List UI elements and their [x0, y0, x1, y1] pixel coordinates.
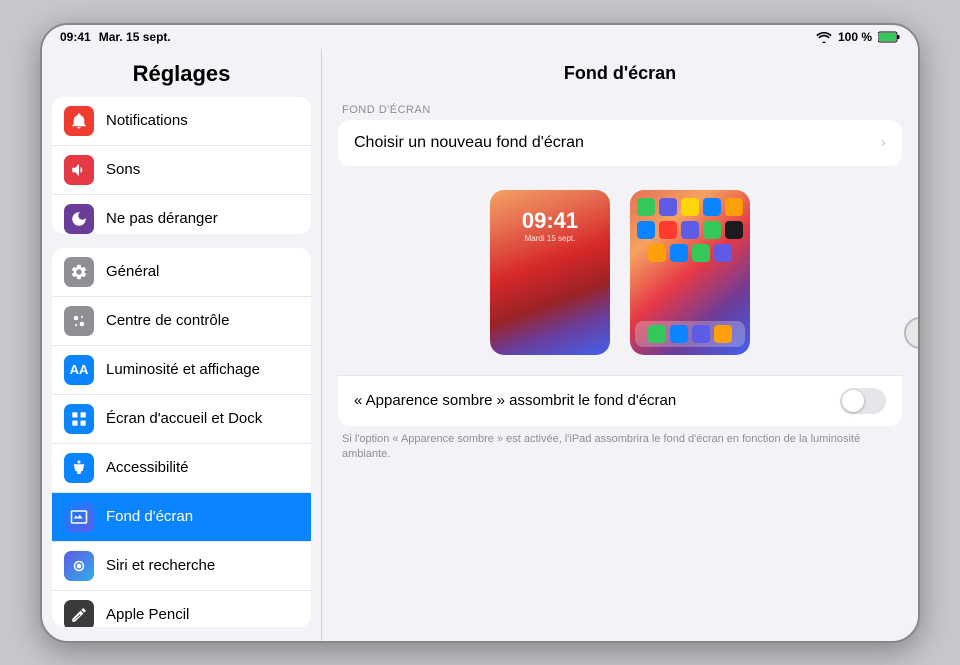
centre-controle-icon: [64, 306, 94, 336]
app-dot: [714, 244, 732, 262]
sidebar-item-apple-pencil[interactable]: Apple Pencil: [52, 591, 311, 627]
apple-pencil-icon: [64, 600, 94, 627]
app-dot: [659, 198, 677, 216]
sidebar-item-ne-pas-deranger[interactable]: Ne pas déranger: [52, 195, 311, 234]
app-dot: [670, 244, 688, 262]
app-row-1: [635, 198, 745, 216]
accessibilite-label: Accessibilité: [106, 459, 189, 476]
app-dot: [659, 221, 677, 239]
general-label: Général: [106, 263, 159, 280]
app-dot: [681, 198, 699, 216]
dock-app: [692, 325, 710, 343]
sidebar-item-centre-controle[interactable]: Centre de contrôle: [52, 297, 311, 346]
ecran-accueil-label: Écran d'accueil et Dock: [106, 410, 262, 427]
sons-label: Sons: [106, 161, 140, 178]
general-icon: [64, 257, 94, 287]
dark-appearance-toggle[interactable]: [840, 388, 886, 414]
apple-pencil-label: Apple Pencil: [106, 606, 189, 623]
ne-pas-deranger-label: Ne pas déranger: [106, 210, 218, 227]
app-dot: [681, 221, 699, 239]
wallpaper-choose-label: Choisir un nouveau fond d'écran: [354, 134, 584, 152]
app-dot: [692, 244, 710, 262]
centre-controle-label: Centre de contrôle: [106, 312, 229, 329]
status-left: 09:41 Mar. 15 sept.: [60, 30, 171, 44]
sidebar-item-accessibilite[interactable]: Accessibilité: [52, 444, 311, 493]
sidebar-group-1: Notifications Sons Ne pas déranger: [52, 97, 311, 234]
status-bar: 09:41 Mar. 15 sept. 100 %: [42, 25, 918, 49]
notifications-label: Notifications: [106, 112, 188, 129]
fond-ecran-icon: [64, 502, 94, 532]
content-area: Réglages Notifications Sons: [42, 49, 918, 641]
sidebar-item-notifications[interactable]: Notifications: [52, 97, 311, 146]
status-right: 100 %: [816, 30, 900, 44]
section-label: FOND D'ÉCRAN: [322, 96, 918, 120]
app-dot: [637, 221, 655, 239]
luminosite-icon: AA: [64, 355, 94, 385]
dock-app: [670, 325, 688, 343]
toggle-knob: [842, 390, 864, 412]
app-dot: [703, 221, 721, 239]
battery-icon: [878, 31, 900, 43]
accessibilite-icon: [64, 453, 94, 483]
battery-text: 100 %: [838, 30, 872, 44]
lock-date: Mardi 15 sept.: [525, 234, 576, 243]
toggle-label: « Apparence sombre » assombrit le fond d…: [354, 392, 676, 409]
description-text: Si l'option « Apparence sombre » est act…: [322, 426, 918, 483]
lock-time: 09:41: [522, 208, 578, 234]
ne-pas-deranger-icon: [64, 204, 94, 234]
dock-app: [648, 325, 666, 343]
dock: [635, 321, 745, 347]
app-dot: [725, 198, 743, 216]
sidebar-item-sons[interactable]: Sons: [52, 146, 311, 195]
ecran-accueil-icon: [64, 404, 94, 434]
sidebar: Réglages Notifications Sons: [42, 49, 322, 641]
sidebar-item-ecran-accueil[interactable]: Écran d'accueil et Dock: [52, 395, 311, 444]
time: 09:41: [60, 30, 91, 44]
app-dot: [637, 198, 655, 216]
luminosite-label: Luminosité et affichage: [106, 361, 260, 378]
wallpaper-previews: 09:41 Mardi 15 sept.: [322, 182, 918, 375]
sidebar-title: Réglages: [42, 49, 321, 97]
home-screen-preview[interactable]: [630, 190, 750, 355]
dark-appearance-row: « Apparence sombre » assombrit le fond d…: [338, 375, 902, 426]
date: Mar. 15 sept.: [99, 30, 171, 44]
home-wallpaper: [630, 190, 750, 355]
app-dot: [648, 244, 666, 262]
siri-label: Siri et recherche: [106, 557, 215, 574]
sidebar-item-siri[interactable]: Siri et recherche: [52, 542, 311, 591]
sidebar-item-general[interactable]: Général: [52, 248, 311, 297]
sidebar-item-fond-ecran[interactable]: Fond d'écran: [52, 493, 311, 542]
notifications-icon: [64, 106, 94, 136]
siri-icon: [64, 551, 94, 581]
lock-wallpaper: 09:41 Mardi 15 sept.: [490, 190, 610, 355]
main-title: Fond d'écran: [322, 49, 918, 96]
sons-icon: [64, 155, 94, 185]
app-dot: [703, 198, 721, 216]
wifi-icon: [816, 31, 832, 43]
app-row-3: [635, 244, 745, 262]
main-content: Fond d'écran FOND D'ÉCRAN Choisir un nou…: [322, 49, 918, 641]
app-dot: [725, 221, 743, 239]
sidebar-group-2: Général Centre de contrôle AA Luminosité…: [52, 248, 311, 627]
lock-screen-preview[interactable]: 09:41 Mardi 15 sept.: [490, 190, 610, 355]
app-row-2: [635, 221, 745, 239]
ipad-frame: 09:41 Mar. 15 sept. 100 % Réglages: [40, 23, 920, 643]
chevron-icon: ›: [881, 134, 886, 152]
dock-app: [714, 325, 732, 343]
wallpaper-choose-row[interactable]: Choisir un nouveau fond d'écran ›: [338, 120, 902, 166]
fond-ecran-label: Fond d'écran: [106, 508, 193, 525]
wallpaper-choose-card: Choisir un nouveau fond d'écran ›: [338, 120, 902, 166]
sidebar-item-luminosite[interactable]: AA Luminosité et affichage: [52, 346, 311, 395]
